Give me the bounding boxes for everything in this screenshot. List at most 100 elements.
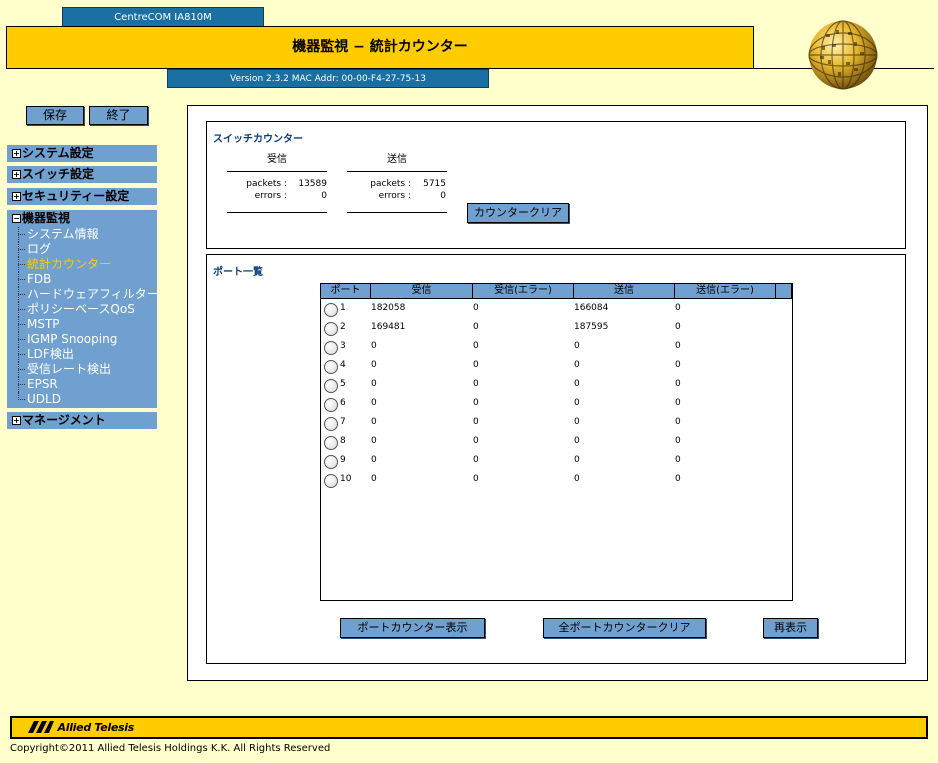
menu-security-settings[interactable]: + セキュリティー設定 [7, 188, 157, 205]
copyright-text: Copyright©2011 Allied Telesis Holdings K… [10, 743, 331, 754]
menu-device-monitoring-header[interactable]: − 機器監視 [7, 210, 157, 227]
cell-rx-err: 0 [473, 322, 479, 332]
cell-rx: 182058 [371, 303, 406, 313]
cell-tx: 0 [574, 436, 580, 446]
menu-label: 機器監視 [22, 211, 71, 225]
cell-tx-err: 0 [675, 398, 681, 408]
cell-rx-err: 0 [473, 360, 479, 370]
divider [227, 212, 327, 213]
port-table: ポート 受信 受信(エラー) 送信 送信(エラー) 1 182058 0 166084… [320, 283, 793, 601]
table-row: 7 0 0 0 0 [321, 414, 792, 433]
divider [227, 171, 327, 172]
port-select-radio[interactable] [324, 379, 338, 393]
submenu-epsr[interactable]: EPSR [17, 377, 159, 392]
submenu-udld[interactable]: UDLD [17, 392, 159, 407]
cell-rx-err: 0 [473, 379, 479, 389]
table-row: 3 0 0 0 0 [321, 338, 792, 357]
submenu-hardware-filter[interactable]: ハードウェアフィルター [17, 287, 159, 302]
cell-rx: 0 [371, 455, 377, 465]
submenu-rx-rate-detect[interactable]: 受信レート検出 [17, 362, 159, 377]
rx-packets-value: 13589 [298, 179, 327, 189]
cell-rx-err: 0 [473, 455, 479, 465]
submenu-statistics-counter[interactable]: 統計カウンター [17, 257, 159, 272]
cell-tx: 187595 [574, 322, 609, 332]
switch-counter-title: スイッチカウンター [213, 134, 303, 145]
menu-management[interactable]: + マネージメント [7, 412, 157, 429]
cell-tx: 0 [574, 360, 580, 370]
collapse-icon: − [12, 214, 21, 223]
table-row: 2 169481 0 187595 0 [321, 319, 792, 338]
port-counter-show-button[interactable]: ポートカウンター表示 [340, 618, 485, 638]
menu-label: システム設定 [22, 146, 94, 160]
expand-icon: + [12, 149, 21, 158]
tx-packets-label: packets : [370, 179, 411, 189]
port-number: 5 [340, 379, 346, 389]
tx-column-header: 送信 [387, 154, 407, 165]
cell-tx: 0 [574, 379, 580, 389]
port-select-radio[interactable] [324, 455, 338, 469]
menu-switch-settings[interactable]: + スイッチ設定 [7, 166, 157, 183]
cell-rx: 0 [371, 379, 377, 389]
column-header-tx-error: 送信(エラー) [675, 284, 776, 299]
submenu-policy-qos[interactable]: ポリシーベースQoS [17, 302, 159, 317]
company-logo-icon [28, 721, 54, 733]
cell-tx-err: 0 [675, 455, 681, 465]
port-select-radio[interactable] [324, 303, 338, 317]
table-row: 9 0 0 0 0 [321, 452, 792, 471]
submenu-system-info[interactable]: システム情報 [17, 227, 159, 242]
allied-telesis-logo: Allied Telesis [28, 721, 134, 735]
tx-errors-value: 0 [440, 191, 446, 201]
save-button[interactable]: 保存 [26, 106, 84, 125]
cell-rx-err: 0 [473, 436, 479, 446]
all-port-counter-clear-button[interactable]: 全ポートカウンタークリア [543, 618, 706, 638]
column-header-port: ポート [321, 284, 371, 299]
cell-tx: 0 [574, 398, 580, 408]
rx-column-header: 受信 [267, 154, 287, 165]
column-header-rx: 受信 [371, 284, 473, 299]
port-select-radio[interactable] [324, 417, 338, 431]
counter-clear-button[interactable]: カウンタークリア [467, 203, 569, 223]
rx-errors-value: 0 [321, 191, 327, 201]
port-select-radio[interactable] [324, 398, 338, 412]
port-select-radio[interactable] [324, 322, 338, 336]
cell-rx-err: 0 [473, 417, 479, 427]
cell-rx: 0 [371, 341, 377, 351]
port-select-radio[interactable] [324, 360, 338, 374]
submenu-mstp[interactable]: MSTP [17, 317, 159, 332]
tx-packets-value: 5715 [423, 179, 446, 189]
expand-icon: + [12, 416, 21, 425]
cell-tx-err: 0 [675, 360, 681, 370]
port-number: 10 [340, 474, 352, 484]
cell-tx-err: 0 [675, 341, 681, 351]
expand-icon: + [12, 192, 21, 201]
menu-label: セキュリティー設定 [22, 189, 130, 203]
refresh-button[interactable]: 再表示 [763, 618, 818, 638]
cell-tx-err: 0 [675, 379, 681, 389]
submenu-igmp-snooping[interactable]: IGMP Snooping [17, 332, 159, 347]
table-row: 1 182058 0 166084 0 [321, 300, 792, 319]
port-select-radio[interactable] [324, 436, 338, 450]
submenu-fdb[interactable]: FDB [17, 272, 159, 287]
cell-rx: 0 [371, 417, 377, 427]
cell-tx-err: 0 [675, 322, 681, 332]
port-list-title: ポート一覧 [213, 267, 263, 278]
rx-packets-label: packets : [246, 179, 287, 189]
tx-errors-label: errors : [378, 191, 411, 201]
column-header-tx: 送信 [574, 284, 675, 299]
table-row: 6 0 0 0 0 [321, 395, 792, 414]
submenu-log[interactable]: ログ [17, 242, 159, 257]
cell-tx-err: 0 [675, 474, 681, 484]
port-select-radio[interactable] [324, 341, 338, 355]
menu-system-settings[interactable]: + システム設定 [7, 145, 157, 162]
port-number: 2 [340, 322, 346, 332]
port-select-radio[interactable] [324, 474, 338, 488]
model-name-tab: CentreCOM IA810M [62, 7, 264, 27]
exit-button[interactable]: 終了 [89, 106, 148, 125]
cell-tx: 0 [574, 341, 580, 351]
submenu-ldf-detect[interactable]: LDF検出 [17, 347, 159, 362]
column-header-rx-error: 受信(エラー) [473, 284, 574, 299]
port-number: 8 [340, 436, 346, 446]
port-number: 6 [340, 398, 346, 408]
version-info: Version 2.3.2 MAC Addr: 00-00-F4-27-75-1… [167, 69, 489, 88]
expand-icon: + [12, 170, 21, 179]
